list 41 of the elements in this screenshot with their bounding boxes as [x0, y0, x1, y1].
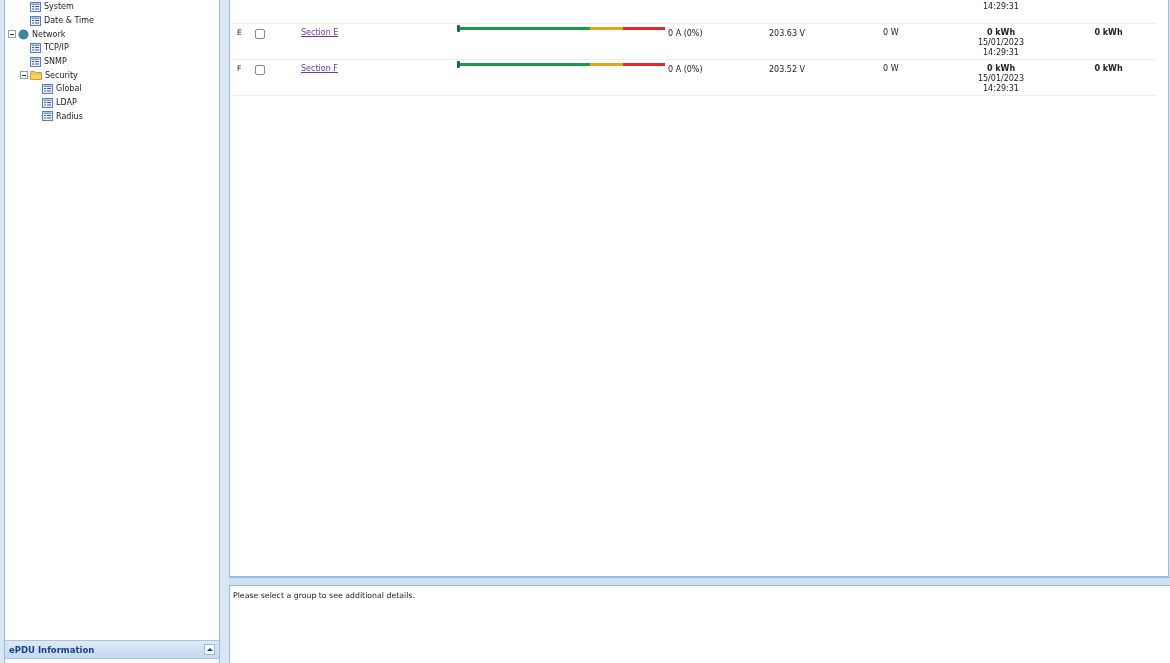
current-value: 0 A (0%) — [668, 29, 703, 38]
energy-time: 14:29:31 — [983, 2, 1019, 12]
page-icon — [30, 15, 41, 26]
page-icon — [42, 83, 53, 94]
power-value: 0 W — [883, 64, 899, 73]
tree-item[interactable]: TCP/IP — [43, 43, 69, 53]
page-icon — [30, 42, 41, 53]
voltage-value: 203.52 V — [769, 65, 805, 74]
row-checkbox[interactable] — [255, 29, 265, 39]
current-value: 0 A (0%) — [668, 65, 703, 74]
row-checkbox[interactable] — [255, 65, 265, 75]
energy-date: 15/01/2023 — [977, 38, 1025, 48]
energy-value: 0 kWh — [986, 64, 1016, 74]
panel-title: ePDU Information — [9, 644, 95, 655]
energy-date: 15/01/2023 — [977, 74, 1025, 84]
energy-time: 14:29:31 — [983, 84, 1019, 94]
energy-value: 0 kWh — [1094, 64, 1123, 74]
power-value: 0 W — [883, 28, 899, 37]
collapse-toggle[interactable] — [20, 71, 28, 80]
energy-value: 0 kWh — [1094, 28, 1123, 38]
tree-item[interactable]: Date & Time — [43, 16, 95, 26]
page-icon — [30, 56, 41, 67]
page-icon — [42, 97, 53, 108]
energy-time: 14:29:31 — [983, 48, 1019, 58]
tree-item[interactable]: SNMP — [43, 57, 67, 67]
energy-value: 0 kWh — [986, 28, 1016, 38]
tree-item[interactable]: System — [43, 2, 74, 12]
page-icon — [42, 111, 53, 122]
section-link[interactable]: Section E — [301, 28, 339, 37]
tree-item[interactable]: Radius — [55, 111, 83, 121]
folder-icon — [30, 70, 42, 81]
section-link[interactable]: Section F — [301, 64, 338, 73]
page-icon — [30, 1, 41, 12]
tree-item[interactable]: Network — [31, 29, 66, 39]
voltage-value: 203.63 V — [769, 29, 805, 38]
collapse-toggle[interactable] — [8, 30, 16, 39]
globe-icon — [18, 28, 29, 40]
tree-item[interactable]: LDAP — [55, 98, 77, 108]
collapse-button[interactable] — [204, 644, 215, 655]
tree-item[interactable]: Global — [55, 84, 82, 94]
tree-item[interactable]: Security — [44, 70, 78, 80]
